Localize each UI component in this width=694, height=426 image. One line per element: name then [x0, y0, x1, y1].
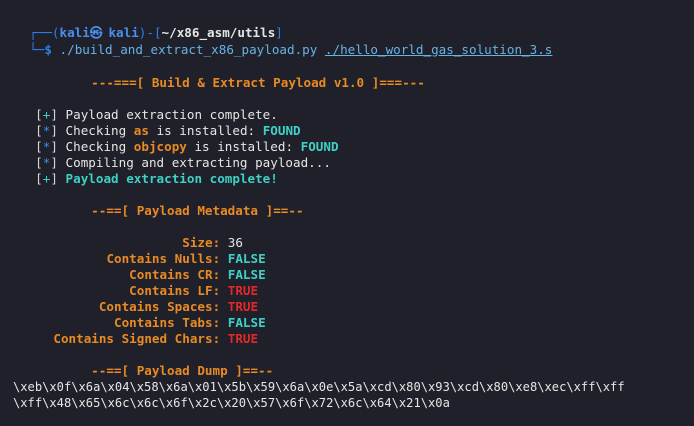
- metadata-header: --==[ Payload Metadata ]==--: [91, 203, 304, 218]
- log-line: [+] Payload extraction complete!: [35, 171, 278, 186]
- dump-header: --==[ Payload Dump ]==--: [91, 363, 274, 378]
- command-argument[interactable]: ./hello_world_gas_solution_3.s: [325, 42, 552, 57]
- metadata-row: Contains Spaces: TRUE: [0, 283, 258, 314]
- metadata-key: Contains Signed Chars:: [53, 331, 221, 346]
- banner-title: Build & Extract Payload v1.0: [151, 75, 365, 90]
- metadata-row: Contains Tabs: FALSE: [0, 299, 266, 330]
- metadata-row: Contains CR: FALSE: [0, 251, 266, 282]
- metadata-title: Payload Metadata: [136, 203, 259, 218]
- dump-line[interactable]: \xff\x48\x65\x6c\x6c\x6f\x2c\x20\x57\x6f…: [13, 395, 450, 411]
- metadata-row: Contains LF: TRUE: [0, 267, 258, 298]
- prompt-bottom-prefix: └─: [29, 42, 45, 57]
- banner: ---===[ Build & Extract Payload v1.0 ]==…: [76, 59, 425, 90]
- metadata-value: TRUE: [227, 331, 259, 346]
- prompt-line-2: └─$ ./build_and_extract_x86_payload.py .…: [14, 26, 552, 57]
- command-text[interactable]: ./build_and_extract_x86_payload.py: [60, 42, 318, 57]
- dump-title: Payload Dump: [136, 363, 228, 378]
- log-line: [*] Checking objcopy is installed: FOUND: [35, 139, 339, 154]
- log-line: [+] Payload extraction complete.: [35, 107, 278, 122]
- banner-left: ---===[: [91, 75, 145, 90]
- prompt-dollar: $: [44, 42, 52, 57]
- log-line: [*] Compiling and extracting payload...: [35, 155, 331, 170]
- banner-right: ]===---: [371, 75, 425, 90]
- metadata-row: Contains Signed Chars: TRUE: [0, 315, 258, 346]
- log-line: [*] Checking as is installed: FOUND: [35, 123, 301, 138]
- metadata-row: Size: 36: [0, 219, 243, 250]
- metadata-row: Contains Nulls: FALSE: [0, 235, 265, 266]
- dump-line[interactable]: \xeb\x0f\x6a\x04\x58\x6a\x01\x5b\x59\x6a…: [13, 379, 625, 395]
- prompt-line-1: ┌──(kali㉿ kali)-[~/x86_asm/utils]: [14, 9, 283, 40]
- log-text-success: Payload extraction complete!: [65, 171, 278, 186]
